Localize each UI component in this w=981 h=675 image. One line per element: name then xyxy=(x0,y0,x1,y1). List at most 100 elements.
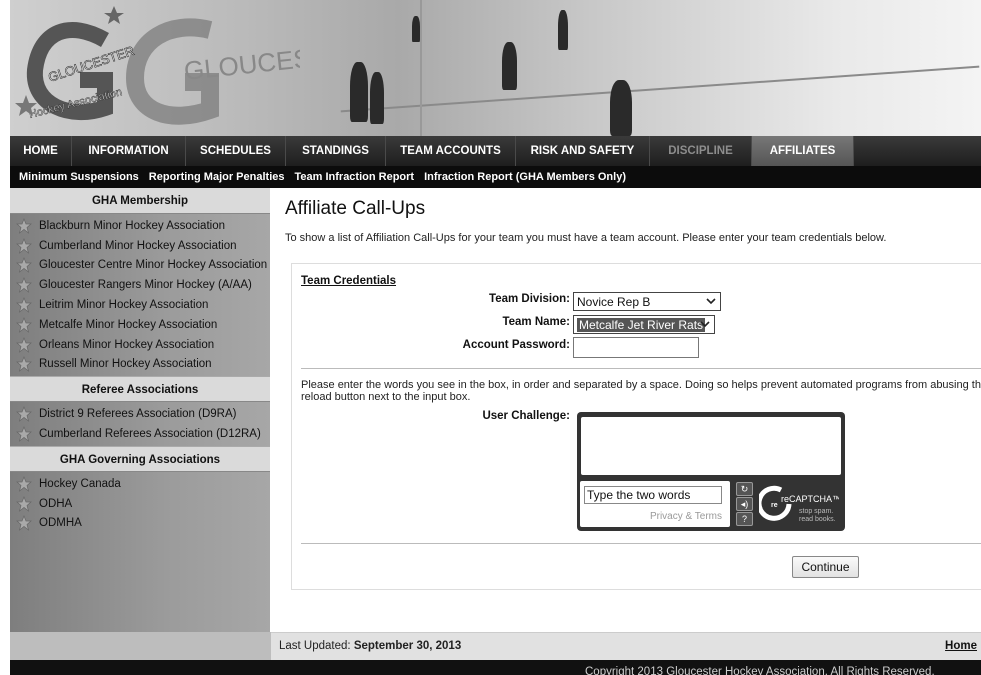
svg-text:reCAPTCHA™: reCAPTCHA™ xyxy=(781,494,839,504)
star-icon xyxy=(16,257,32,274)
captcha-input[interactable]: Type the two words xyxy=(584,486,722,504)
sidebar-item-label: ODHA xyxy=(39,497,73,510)
star-icon xyxy=(16,475,32,492)
chevron-down-icon xyxy=(706,298,716,305)
nav-affiliates[interactable]: AFFILIATES xyxy=(752,136,854,166)
nav-schedules[interactable]: SCHEDULES xyxy=(186,136,286,166)
last-updated-label: Last Updated: xyxy=(279,640,351,652)
sidebar-heading: Referee Associations xyxy=(10,376,270,403)
skater-figure xyxy=(502,42,517,90)
help-icon[interactable]: ? xyxy=(736,512,753,526)
division-value: Novice Rep B xyxy=(577,294,651,309)
last-updated: Last Updated: September 30, 2013 xyxy=(279,640,461,652)
team-credentials-link[interactable]: Team Credentials xyxy=(301,275,396,287)
rink-divider-line xyxy=(420,0,422,136)
captcha-privacy-link[interactable]: Privacy & Terms xyxy=(650,511,722,522)
sidebar-heading: GHA Governing Associations xyxy=(10,445,270,472)
star-icon xyxy=(16,217,32,234)
star-icon xyxy=(16,297,32,313)
copyright-bar: Copyright 2013 Gloucester Hockey Associa… xyxy=(10,660,981,675)
refresh-icon[interactable]: ↻ xyxy=(736,482,753,496)
user-challenge-label: User Challenge: xyxy=(482,410,570,422)
nav-information[interactable]: INFORMATION xyxy=(72,136,186,166)
svg-text:read books.: read books. xyxy=(799,516,836,523)
sidebar-list: Hockey Canada ODHA ODMHA xyxy=(10,472,270,535)
sidebar-item[interactable]: Gloucester Rangers Minor Hockey (A/AA) xyxy=(10,275,270,295)
sidebar-item-label: Leitrim Minor Hockey Association xyxy=(39,299,209,312)
sidebar-item[interactable]: Metcalfe Minor Hockey Association xyxy=(10,315,270,335)
division-select[interactable]: Novice Rep B xyxy=(573,292,721,311)
main-navigation: HOME INFORMATION SCHEDULES STANDINGS TEA… xyxy=(10,136,981,166)
star-icon xyxy=(16,495,32,512)
subnav-infraction-report-members[interactable]: Infraction Report (GHA Members Only) xyxy=(424,171,626,183)
skater-figure xyxy=(350,62,368,122)
sidebar-item-label: Gloucester Centre Minor Hockey Associati… xyxy=(39,259,268,272)
sidebar-item-label: Gloucester Rangers Minor Hockey (A/AA) xyxy=(39,279,252,292)
sidebar-item[interactable]: Russell Minor Hockey Association xyxy=(10,355,270,375)
nav-standings[interactable]: STANDINGS xyxy=(286,136,386,166)
subnav-minimum-suspensions[interactable]: Minimum Suspensions xyxy=(19,171,139,183)
star-icon xyxy=(16,515,32,532)
nav-risk-and-safety[interactable]: RISK AND SAFETY xyxy=(516,136,650,166)
nav-discipline[interactable]: DISCIPLINE xyxy=(650,136,752,166)
subnav-team-infraction-report[interactable]: Team Infraction Report xyxy=(295,171,415,183)
sidebar-item[interactable]: Leitrim Minor Hockey Association xyxy=(10,295,270,315)
sidebar-item-label: ODMHA xyxy=(39,517,82,530)
sidebar-item-label: District 9 Referees Association (D9RA) xyxy=(39,408,237,421)
subnav-reporting-major-penalties[interactable]: Reporting Major Penalties xyxy=(149,171,285,183)
team-name-value: Metcalfe Jet River Rats xyxy=(577,317,706,332)
sidebar-item[interactable]: Gloucester Centre Minor Hockey Associati… xyxy=(10,256,270,276)
team-name-label: Team Name: xyxy=(502,316,570,328)
star-icon xyxy=(16,406,32,423)
page-title: Affiliate Call-Ups xyxy=(285,198,426,219)
site-header: GLOUCESTER GLOUCESTER Hockey Association xyxy=(10,0,981,136)
challenge-line-1: Please enter the words you see in the bo… xyxy=(301,379,981,391)
star-icon xyxy=(16,237,32,254)
sidebar-item-label: Hockey Canada xyxy=(39,477,121,490)
star-icon xyxy=(16,426,32,442)
audio-icon[interactable]: ◂) xyxy=(736,497,753,511)
sidebar-item-label: Metcalfe Minor Hockey Association xyxy=(39,318,218,331)
skater-figure xyxy=(370,72,384,124)
footer-home-link[interactable]: Home xyxy=(945,640,977,652)
nav-home[interactable]: HOME xyxy=(10,136,72,166)
copyright-text: Copyright 2013 Gloucester Hockey Associa… xyxy=(585,666,935,675)
team-name-select[interactable]: Metcalfe Jet River Rats xyxy=(573,315,715,334)
svg-text:stop spam.: stop spam. xyxy=(799,508,833,515)
captcha-input-box: Type the two words Privacy & Terms xyxy=(580,481,730,527)
main-content: Affiliate Call-Ups To show a list of Aff… xyxy=(285,198,981,244)
sidebar-item[interactable]: Orleans Minor Hockey Association xyxy=(10,335,270,355)
skater-figure xyxy=(412,16,420,42)
rink-board-line xyxy=(340,65,980,113)
recaptcha-logo: re reCAPTCHA™ stop spam. read books. xyxy=(759,485,839,523)
password-input[interactable] xyxy=(573,337,699,358)
sidebar: GHA Membership Blackburn Minor Hockey As… xyxy=(10,188,270,632)
skater-figure xyxy=(558,10,568,50)
sidebar-item[interactable]: District 9 Referees Association (D9RA) xyxy=(10,404,270,424)
gha-logo: GLOUCESTER GLOUCESTER Hockey Association xyxy=(15,6,300,125)
footer-bar: Last Updated: September 30, 2013 Home xyxy=(271,632,981,660)
star-icon xyxy=(16,336,32,353)
continue-button[interactable]: Continue xyxy=(792,556,859,578)
svg-text:re: re xyxy=(771,502,778,509)
sidebar-item[interactable]: Cumberland Referees Association (D12RA) xyxy=(10,424,270,444)
sidebar-item[interactable]: ODMHA xyxy=(10,514,270,534)
challenge-line-2: reload button next to the input box. xyxy=(301,391,471,403)
sidebar-heading: GHA Membership xyxy=(10,188,270,214)
captcha-image xyxy=(581,417,841,475)
divider xyxy=(301,543,981,544)
sidebar-item[interactable]: Blackburn Minor Hockey Association xyxy=(10,216,270,236)
sidebar-item-label: Orleans Minor Hockey Association xyxy=(39,338,215,351)
sidebar-item[interactable]: Hockey Canada xyxy=(10,474,270,494)
nav-team-accounts[interactable]: TEAM ACCOUNTS xyxy=(386,136,516,166)
sidebar-footer xyxy=(10,632,271,660)
last-updated-date: September 30, 2013 xyxy=(353,640,462,652)
sidebar-item-label: Cumberland Referees Association (D12RA) xyxy=(39,428,261,441)
sidebar-item[interactable]: ODHA xyxy=(10,494,270,514)
intro-text: To show a list of Affiliation Call-Ups f… xyxy=(285,232,887,244)
star-icon xyxy=(16,356,32,373)
divider xyxy=(301,368,981,369)
division-label: Team Division: xyxy=(489,293,570,305)
sidebar-list: District 9 Referees Association (D9RA) C… xyxy=(10,402,270,446)
sidebar-item[interactable]: Cumberland Minor Hockey Association xyxy=(10,236,270,256)
